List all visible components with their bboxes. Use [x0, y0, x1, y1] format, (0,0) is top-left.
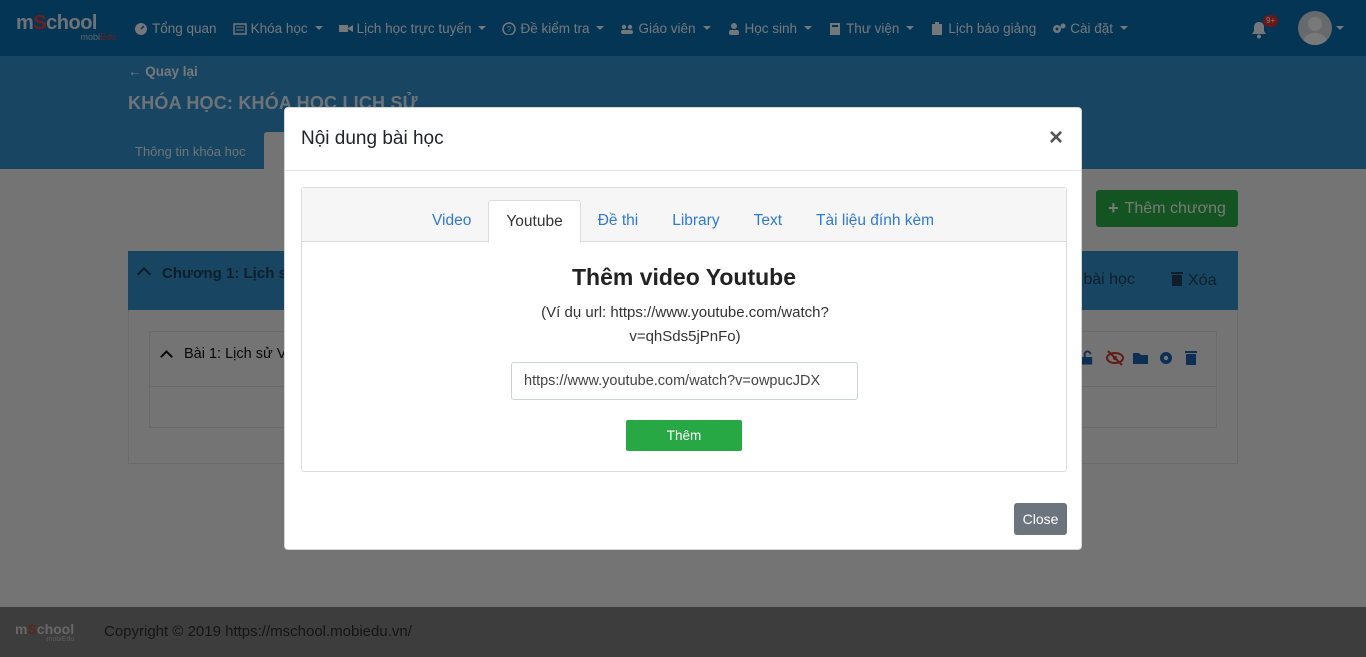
tab-tài-liệu-đính-kèm[interactable]: Tài liệu đính kèm — [799, 200, 951, 242]
tab-video[interactable]: Video — [415, 200, 488, 242]
close-icon[interactable]: × — [1049, 126, 1063, 150]
tab-bar: Video Youtube Đề thi Library Text Tài liệu đí… — [302, 188, 1066, 243]
close-button[interactable]: Close — [1014, 503, 1067, 535]
modal-title: Nội dung bài học — [301, 128, 444, 149]
tab-youtube[interactable]: Youtube — [488, 200, 581, 243]
tab-đề-thi[interactable]: Đề thi — [581, 200, 656, 242]
content-tabs: Video Youtube Đề thi Library Text Tài liệu đí… — [415, 200, 951, 243]
youtube-heading: Thêm video Youtube — [571, 264, 797, 290]
content-card: Video Youtube Đề thi Library Text Tài liệu đí… — [301, 187, 1067, 472]
youtube-url-input[interactable] — [511, 362, 858, 400]
tab-library[interactable]: Library — [655, 200, 736, 242]
lesson-content-modal: Nội dung bài học × Video Youtube Đề thi Lib… — [284, 107, 1082, 550]
youtube-example-text: (Ví dụ url: https://www.youtube.com/watc… — [541, 304, 829, 345]
tab-text[interactable]: Text — [737, 200, 799, 242]
add-youtube-button[interactable]: Thêm — [626, 420, 742, 451]
